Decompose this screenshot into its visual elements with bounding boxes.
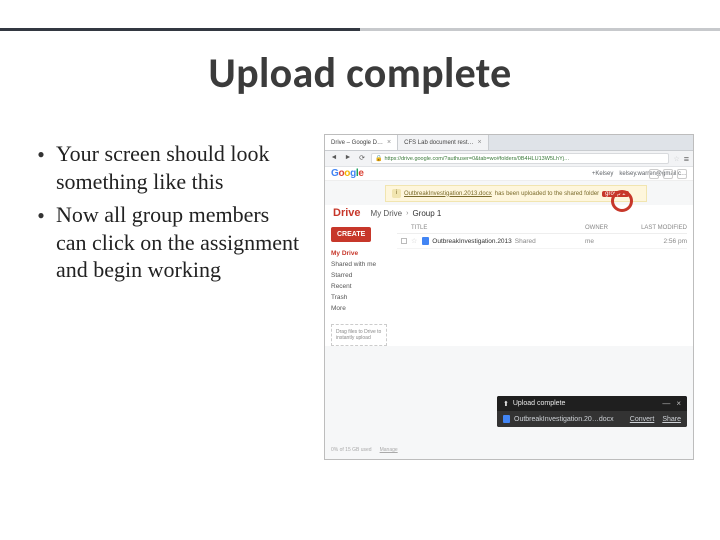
close-icon[interactable]: × — [387, 139, 391, 146]
info-icon: i — [392, 189, 401, 198]
create-button[interactable]: CREATE — [331, 227, 371, 242]
crumb-root[interactable]: My Drive — [371, 209, 403, 218]
bullet-1: Your screen should look something like t… — [56, 140, 304, 195]
file-shared: Shared — [515, 238, 536, 245]
doc-icon — [422, 237, 429, 245]
nav-more[interactable]: More — [331, 303, 387, 314]
banner-text: has been uploaded to the shared folder — [495, 191, 599, 197]
upload-convert-link[interactable]: Convert — [630, 416, 655, 423]
drive-nav: My Drive Shared with me Starred Recent T… — [331, 248, 387, 314]
top-rule — [0, 28, 720, 31]
bullet-2: Now all group members can click on the a… — [56, 201, 304, 284]
close-icon[interactable]: × — [478, 139, 482, 146]
col-modified[interactable]: LAST MODIFIED — [635, 225, 687, 231]
file-row[interactable]: ☆ OutbreakInvestigation.2013 Shared me 2… — [397, 234, 687, 249]
address-bar: ◄ ► ⟳ 🔒https://drive.google.com/?authuse… — [325, 151, 693, 167]
minimize-icon[interactable]: — — [662, 399, 670, 408]
browser-tabs: Drive – Google D…× CFS Lab document rest… — [325, 135, 693, 151]
nav-shared[interactable]: Shared with me — [331, 259, 387, 270]
star-icon[interactable]: ☆ — [411, 237, 417, 245]
back-icon[interactable]: ◄ — [329, 154, 339, 164]
url-field[interactable]: 🔒https://drive.google.com/?authuser=0&ta… — [371, 153, 669, 164]
banner-group: group 1 — [602, 191, 628, 197]
file-name: OutbreakInvestigation.2013 — [432, 238, 512, 245]
view-controls — [649, 169, 687, 179]
menu-icon[interactable]: ≡ — [684, 154, 689, 164]
storage-used: 0% of 15 GB used — [331, 447, 372, 453]
col-title[interactable]: TITLE — [411, 225, 585, 231]
upload-file[interactable]: OutbreakInvestigation.20…docx — [514, 416, 614, 423]
drive-body: CREATE My Drive Shared with me Starred R… — [325, 223, 693, 346]
file-owner: me — [585, 238, 635, 245]
embedded-screenshot: Drive – Google D…× CFS Lab document rest… — [324, 134, 694, 460]
google-logo: Google — [331, 168, 364, 179]
share-banner: i OutbreakInvestigation.2013.docx has be… — [385, 185, 647, 202]
bookmark-icon[interactable]: ☆ — [673, 155, 679, 163]
browser-tab-1[interactable]: Drive – Google D…× — [325, 135, 398, 150]
bullet-list: ●Your screen should look something like … — [34, 140, 304, 290]
lock-icon: 🔒 — [375, 156, 382, 162]
google-bar: Google +Kelsey kelsey.warren@gmail.c… — [325, 167, 693, 181]
grid-view-icon[interactable] — [649, 169, 659, 179]
drive-brand: Drive — [333, 207, 361, 219]
sort-icon[interactable] — [663, 169, 673, 179]
banner-file: OutbreakInvestigation.2013.docx — [404, 191, 492, 197]
crumb-leaf[interactable]: Group 1 — [412, 209, 441, 218]
upload-share-link[interactable]: Share — [662, 416, 681, 423]
browser-tab-2[interactable]: CFS Lab document rest…× — [398, 135, 488, 150]
checkbox[interactable] — [401, 238, 407, 244]
slide-title: Upload complete — [0, 48, 720, 99]
storage-manage[interactable]: Manage — [380, 447, 398, 453]
breadcrumb: My Drive › Group 1 — [371, 209, 442, 218]
nav-my-drive[interactable]: My Drive — [331, 248, 387, 259]
settings-icon[interactable] — [677, 169, 687, 179]
file-modified: 2:56 pm — [635, 238, 687, 245]
doc-icon — [503, 415, 510, 423]
col-owner[interactable]: OWNER — [585, 225, 635, 231]
column-headers: TITLE OWNER LAST MODIFIED — [397, 223, 687, 234]
chevron-right-icon: › — [406, 210, 408, 217]
forward-icon[interactable]: ► — [343, 154, 353, 164]
gbar-plus-link[interactable]: +Kelsey — [592, 171, 614, 177]
upload-panel: ⬆ Upload complete — × OutbreakInvestigati… — [497, 396, 687, 427]
storage-footer: 0% of 15 GB used Manage — [331, 447, 398, 453]
upload-title: Upload complete — [513, 400, 566, 407]
slide: Upload complete ●Your screen should look… — [0, 0, 720, 540]
nav-recent[interactable]: Recent — [331, 281, 387, 292]
nav-starred[interactable]: Starred — [331, 270, 387, 281]
reload-icon[interactable]: ⟳ — [357, 154, 367, 164]
upload-hint: Drag files to Drive to instantly upload — [331, 324, 387, 346]
upload-arrow-icon: ⬆ — [503, 400, 509, 408]
nav-trash[interactable]: Trash — [331, 292, 387, 303]
close-icon[interactable]: × — [676, 399, 681, 408]
